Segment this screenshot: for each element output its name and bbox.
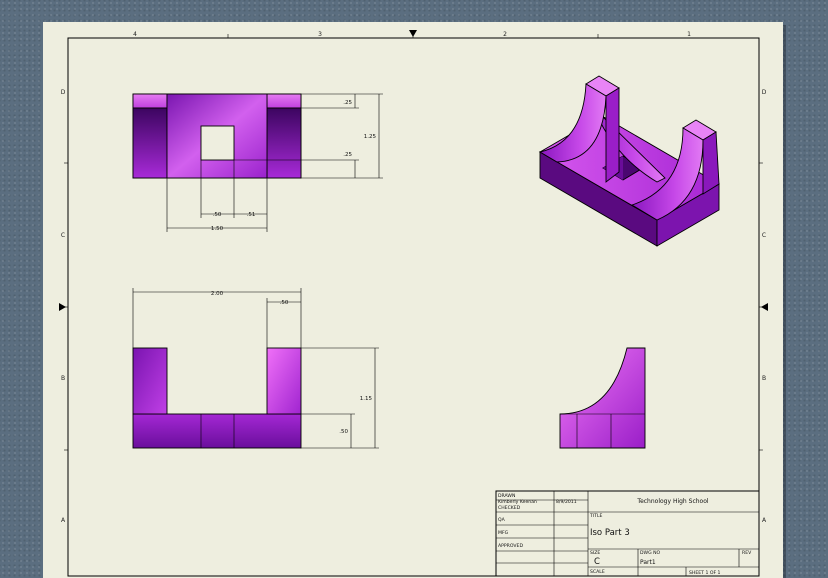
zone-label: D [762,89,767,96]
dim-bottom-height: 1.15 [360,396,373,402]
bottom-view [132,347,302,449]
checked-label: CHECKED [498,505,521,511]
drawn-label: DRAWN [498,493,515,499]
zone-label: 4 [133,31,137,38]
dim-front-inner-width: 1.50 [211,226,224,232]
title-label: TITLE [589,513,603,519]
dim-bottom-upright-width: .50 [280,300,289,306]
scale-label: SCALE [590,569,605,575]
company-name: Technology High School [636,498,708,505]
zone-label: B [762,375,766,382]
approved-label: APPROVED [498,543,523,549]
drawn-by: Kimberly Keenan [498,499,537,505]
zone-label: 1 [687,31,691,38]
zone-label: D [61,89,66,96]
dim-bottom-base-height: .50 [339,429,348,435]
sheet-info: SHEET 1 OF 1 [689,570,721,576]
dim-front-top-ext: .25 [343,100,352,106]
side-view [559,347,646,449]
square-hole [200,125,235,161]
zone-label: 3 [318,31,322,38]
dim-front-height: 1.25 [364,134,377,140]
drawn-date: 8/9/2011 [556,499,577,505]
dim-bottom-overall-width: 2.00 [211,291,224,297]
title-block: DRAWN Kimberly Keenan 8/9/2011 CHECKED Q… [495,490,760,577]
sheet-size: C [594,557,600,567]
size-label: SIZE [590,550,600,556]
dim-front-hole-offset: .51 [247,212,256,218]
center-mark-left-icon [59,303,66,311]
zone-label: 2 [503,31,507,38]
mfg-label: MFG [498,530,509,536]
dim-front-hole-width: .50 [213,212,222,218]
dim-front-hole-to-bottom: .25 [343,152,352,158]
zone-label: A [762,517,767,524]
zone-label: B [61,375,65,382]
zone-label: C [762,232,766,239]
dwg-no-label: DWG NO [640,550,661,556]
front-view [132,93,302,179]
zone-label: A [61,517,66,524]
drawing-title: Iso Part 3 [590,528,630,538]
drawing-sheet: 4 3 2 1 D C B A D C B A .25 1.25 .25 .50… [43,22,783,578]
dwg-no: Part1 [640,559,656,566]
rev-label: REV [742,550,752,556]
qa-label: QA [498,517,506,523]
drawing-canvas: 4 3 2 1 D C B A D C B A .25 1.25 .25 .50… [59,30,768,577]
zone-label: C [61,232,65,239]
center-mark-right-icon [761,303,768,311]
isometric-view [538,75,720,247]
center-mark-top-icon [409,30,417,37]
